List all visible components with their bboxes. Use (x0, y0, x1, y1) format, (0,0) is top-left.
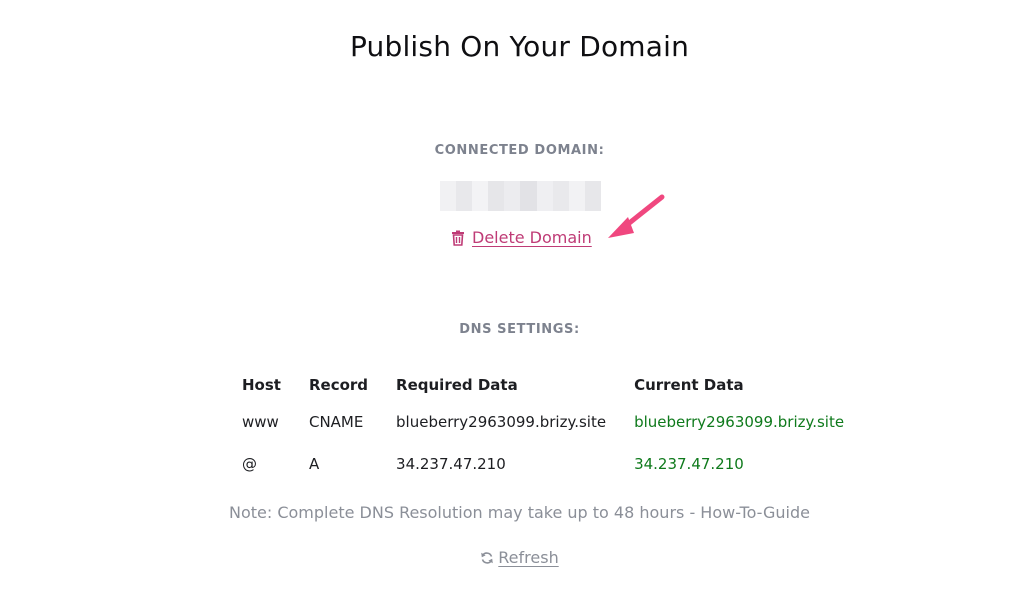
table-header-row: Host Record Required Data Current Data (236, 363, 866, 401)
required-data-cell: blueberry2963099.brizy.site (396, 413, 607, 431)
record-cell: A (308, 455, 320, 473)
refresh-link[interactable]: Refresh (0, 548, 1029, 567)
current-data-cell: blueberry2963099.brizy.site (634, 413, 845, 431)
column-header-required-data: Required Data (396, 376, 518, 394)
current-data-cell: 34.237.47.210 (634, 455, 744, 473)
dns-settings-label: DNS SETTINGS: (459, 322, 580, 337)
table-row: www CNAME blueberry2963099.brizy.site bl… (236, 401, 866, 443)
refresh-label: Refresh (498, 548, 559, 567)
refresh-icon (480, 551, 494, 565)
column-header-record: Record (308, 376, 369, 394)
delete-domain-link[interactable]: Delete Domain (449, 228, 592, 247)
host-cell: @ (242, 455, 257, 473)
page-title: Publish On Your Domain (349, 30, 690, 63)
column-header-host: Host (242, 376, 281, 394)
dns-resolution-note: Note: Complete DNS Resolution may take u… (228, 503, 810, 522)
required-data-cell: 34.237.47.210 (396, 455, 506, 473)
delete-domain-label: Delete Domain (472, 228, 592, 247)
pointer-arrow-icon (600, 190, 672, 242)
connected-domain-label: CONNECTED DOMAIN: (434, 143, 605, 158)
host-cell: www (242, 413, 279, 431)
connected-domain-value-redacted (440, 181, 601, 211)
column-header-current-data: Current Data (634, 376, 744, 394)
dns-settings-table: Host Record Required Data Current Data w… (236, 363, 866, 485)
table-row: @ A 34.237.47.210 34.237.47.210 (236, 443, 866, 485)
trash-icon (449, 229, 467, 247)
record-cell: CNAME (308, 413, 364, 431)
